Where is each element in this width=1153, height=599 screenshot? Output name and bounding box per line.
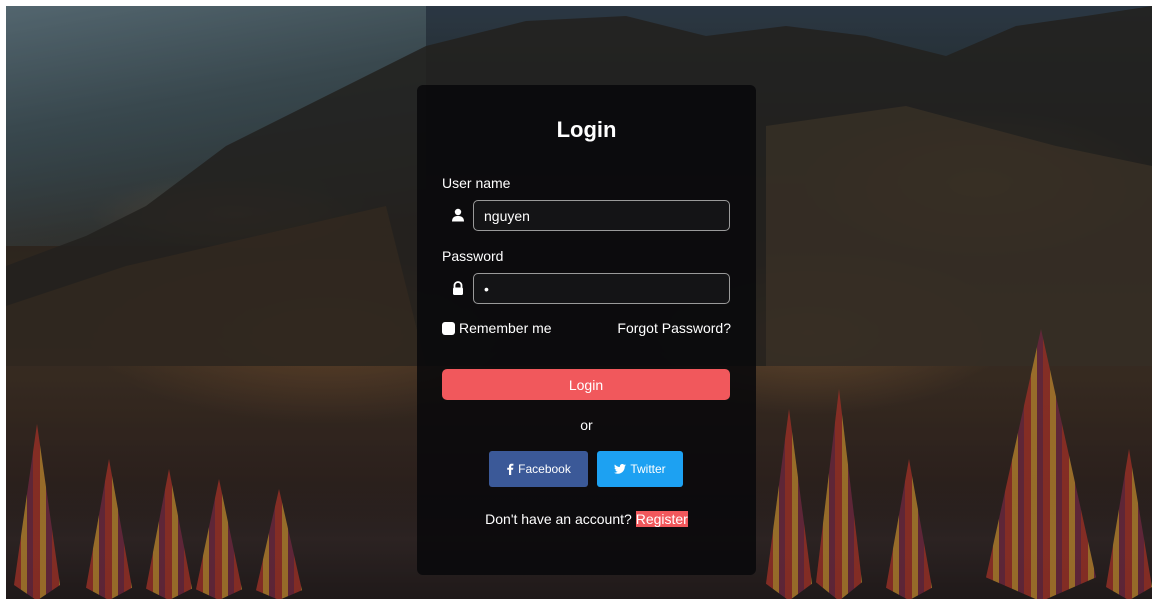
lock-icon	[453, 281, 463, 295]
facebook-icon	[507, 463, 514, 475]
signup-text: Don't have an account?	[485, 511, 632, 527]
twitter-button[interactable]: Twitter	[597, 451, 683, 487]
signup-row: Don't have an account? Register	[417, 511, 756, 527]
remember-me-label: Remember me	[459, 320, 552, 336]
facebook-label: Facebook	[518, 462, 571, 476]
user-icon	[452, 208, 464, 222]
forgot-password-link[interactable]: Forgot Password?	[617, 320, 731, 336]
password-input[interactable]	[473, 273, 730, 304]
facebook-button[interactable]: Facebook	[489, 451, 588, 487]
register-link[interactable]: Register	[635, 511, 688, 527]
twitter-label: Twitter	[630, 462, 666, 476]
login-card: Login User name Password Remember me For…	[417, 85, 756, 575]
username-label: User name	[442, 175, 511, 191]
or-separator: or	[580, 417, 593, 433]
twitter-icon	[614, 464, 627, 474]
remember-me-checkbox[interactable]	[442, 321, 455, 335]
remember-me-row[interactable]: Remember me	[442, 320, 552, 336]
login-title: Login	[556, 117, 617, 142]
login-button[interactable]: Login	[442, 369, 730, 400]
username-input[interactable]	[473, 200, 730, 231]
password-label: Password	[442, 248, 504, 264]
